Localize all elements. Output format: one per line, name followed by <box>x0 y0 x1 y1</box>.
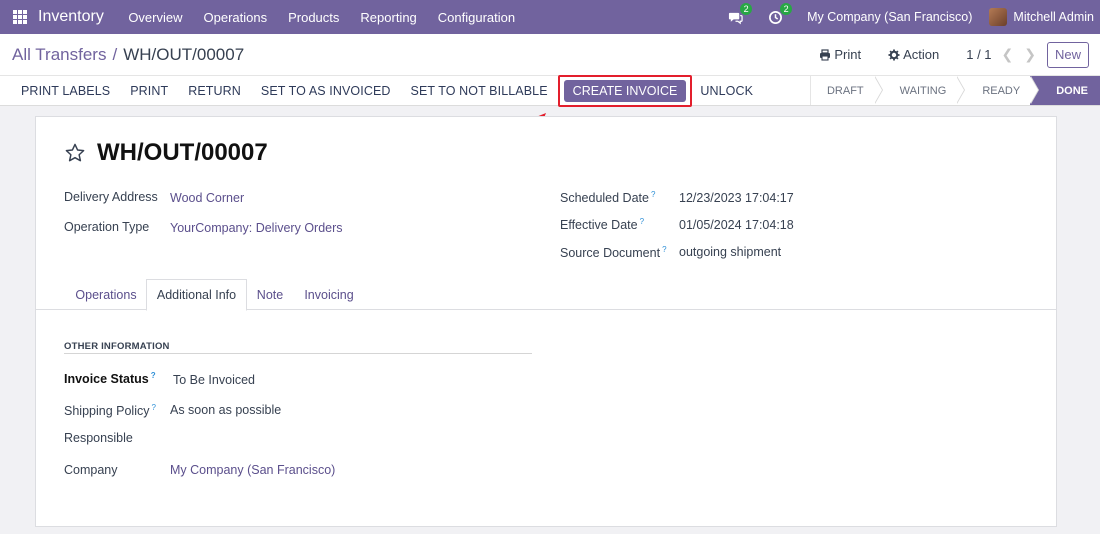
messages-badge: 2 <box>740 3 753 15</box>
clock-icon[interactable]: 2 <box>767 3 793 25</box>
control-panel-actions: Print Action 1 / 1 ❮ ❯ New <box>819 34 1100 75</box>
invoice-status-label: Invoice Status? <box>64 371 156 386</box>
title-row: WH/OUT/00007 <box>64 139 268 167</box>
action-menu-button[interactable]: Action <box>888 47 939 62</box>
shipping-policy-label: Shipping Policy? <box>64 403 156 418</box>
operation-type-value[interactable]: YourCompany: Delivery Orders <box>170 221 343 235</box>
company-label: Company <box>64 463 118 477</box>
main-menu: Overview Operations Products Reporting C… <box>118 10 526 25</box>
avatar[interactable] <box>989 8 1008 26</box>
chat-icon[interactable]: 2 <box>727 3 753 25</box>
new-button[interactable]: New <box>1047 41 1089 68</box>
invoice-status-label-text: Invoice Status <box>64 372 149 387</box>
star-icon[interactable] <box>64 142 86 164</box>
tab-operations[interactable]: Operations <box>64 279 148 310</box>
print-menu-button[interactable]: Print <box>819 47 861 62</box>
app-name[interactable]: Inventory <box>38 8 104 26</box>
shipping-policy-label-text: Shipping Policy <box>64 404 150 419</box>
gear-icon <box>888 49 900 60</box>
action-menu-label: Action <box>903 47 940 62</box>
scheduled-date-label-text: Scheduled Date <box>560 191 649 206</box>
help-icon[interactable]: ? <box>151 403 155 412</box>
breadcrumb-parent[interactable]: All Transfers <box>12 45 106 64</box>
create-invoice-button[interactable]: CREATE INVOICE <box>563 79 687 102</box>
menu-reporting[interactable]: Reporting <box>350 10 427 25</box>
apps-grid-icon[interactable] <box>13 10 27 24</box>
top-navbar: Inventory Overview Operations Products R… <box>0 0 1100 34</box>
effective-date-value: 01/05/2024 17:04:18 <box>679 218 794 232</box>
menu-overview[interactable]: Overview <box>118 10 193 25</box>
scheduled-date-value[interactable]: 12/23/2023 17:04:17 <box>679 191 794 205</box>
operation-type-label: Operation Type <box>64 220 150 234</box>
action-buttons: PRINT LABELS PRINT RETURN SET TO AS INVO… <box>11 74 763 107</box>
print-button[interactable]: PRINT <box>120 84 178 98</box>
user-menu[interactable]: Mitchell Admin <box>1013 10 1094 24</box>
print-menu-label: Print <box>834 47 862 62</box>
source-document-label-text: Source Document <box>560 246 661 261</box>
help-icon[interactable]: ? <box>662 245 666 254</box>
form-sheet: WH/OUT/00007 Delivery Address Wood Corne… <box>35 116 1057 527</box>
delivery-address-value[interactable]: Wood Corner <box>170 191 244 205</box>
breadcrumb: All Transfers / WH/OUT/00007 <box>12 45 244 65</box>
stage-ready[interactable]: READY <box>956 76 1040 105</box>
menu-operations[interactable]: Operations <box>193 10 278 25</box>
control-panel: All Transfers / WH/OUT/00007 Print Action … <box>0 34 1100 75</box>
section-title: OTHER INFORMATION <box>64 341 170 352</box>
activities-badge: 2 <box>780 3 793 15</box>
stage-waiting[interactable]: WAITING <box>873 76 965 105</box>
chevron-right-icon[interactable]: ❯ <box>1024 46 1036 63</box>
source-document-label: Source Document? <box>560 245 667 260</box>
help-icon[interactable]: ? <box>151 371 156 380</box>
delivery-address-label: Delivery Address <box>64 190 158 204</box>
set-not-billable-button[interactable]: SET TO NOT BILLABLE <box>401 84 558 98</box>
breadcrumb-separator: / <box>112 45 118 64</box>
chevron-left-icon[interactable]: ❮ <box>1002 46 1014 63</box>
section-divider <box>64 353 532 354</box>
tab-note[interactable]: Note <box>248 279 292 310</box>
tab-invoicing[interactable]: Invoicing <box>298 279 360 310</box>
effective-date-label-text: Effective Date <box>560 218 638 233</box>
company-switcher[interactable]: My Company (San Francisco) <box>807 10 972 24</box>
create-invoice-wrapper: CREATE INVOICE <box>557 74 693 107</box>
pager-value[interactable]: 1 / 1 <box>966 47 991 62</box>
menu-configuration[interactable]: Configuration <box>427 10 525 25</box>
unlock-button[interactable]: UNLOCK <box>690 84 763 98</box>
help-icon[interactable]: ? <box>651 190 655 199</box>
effective-date-label: Effective Date? <box>560 217 644 232</box>
stage-done[interactable]: DONE <box>1030 76 1100 105</box>
set-invoiced-button[interactable]: SET TO AS INVOICED <box>251 84 401 98</box>
help-icon[interactable]: ? <box>640 217 644 226</box>
tab-additional-info[interactable]: Additional Info <box>146 279 247 311</box>
invoice-status-value[interactable]: To Be Invoiced <box>173 373 255 387</box>
scheduled-date-label: Scheduled Date? <box>560 190 655 205</box>
stage-draft[interactable]: DRAFT <box>809 76 883 105</box>
source-document-value[interactable]: outgoing shipment <box>679 245 781 259</box>
stage-pipeline: DRAFT WAITING READY DONE <box>809 76 1100 105</box>
navbar-systray: 2 2 My Company (San Francisco) Mitchell … <box>727 0 1100 34</box>
record-title: WH/OUT/00007 <box>97 139 268 166</box>
breadcrumb-current: WH/OUT/00007 <box>123 45 245 64</box>
status-bar: PRINT LABELS PRINT RETURN SET TO AS INVO… <box>0 74 1100 107</box>
responsible-label: Responsible <box>64 431 133 445</box>
notebook-tabs: Operations Additional Info Note Invoicin… <box>36 279 1056 311</box>
shipping-policy-value[interactable]: As soon as possible <box>170 403 281 417</box>
print-icon <box>820 48 831 61</box>
return-button[interactable]: RETURN <box>178 84 251 98</box>
menu-products[interactable]: Products <box>278 10 350 25</box>
print-labels-button[interactable]: PRINT LABELS <box>11 84 120 98</box>
company-value[interactable]: My Company (San Francisco) <box>170 463 335 477</box>
